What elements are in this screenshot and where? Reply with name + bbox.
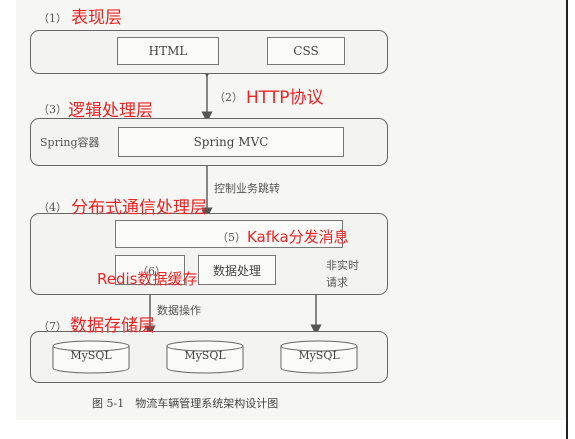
control-jump-label: 控制业务跳转 xyxy=(214,182,280,195)
data-processing-box: 数据处理 xyxy=(198,255,276,285)
figure-caption: 图 5-1 物流车辆管理系统架构设计图 xyxy=(92,397,279,410)
data-operation-label: 数据操作 xyxy=(157,304,201,317)
html-box: HTML xyxy=(117,37,219,65)
spring-container-label: Spring容器 xyxy=(40,136,100,149)
logic-num: （3） xyxy=(38,103,67,116)
css-box: CSS xyxy=(267,37,345,65)
redis-title: Redis数据缓存 xyxy=(97,270,198,288)
kafka-title: Kafka分发消息 xyxy=(247,228,349,246)
spring-mvc-box: Spring MVC xyxy=(118,127,344,157)
http-num: （2） xyxy=(214,91,243,104)
nonrealtime-line1: 非实时 xyxy=(326,259,359,272)
mysql-label-2: MySQL xyxy=(184,349,226,362)
mysql-db-1: MySQL xyxy=(52,340,130,374)
logic-title: 逻辑处理层 xyxy=(68,101,153,121)
mysql-db-2: MySQL xyxy=(166,340,244,374)
storage-title: 数据存储层 xyxy=(70,316,155,336)
mysql-label-3: MySQL xyxy=(298,349,340,362)
presentation-num: （1） xyxy=(38,12,67,25)
distributed-title: 分布式通信处理层 xyxy=(71,198,207,218)
http-title: HTTP协议 xyxy=(246,88,324,108)
kafka-num: （5） xyxy=(217,231,246,244)
mysql-label-1: MySQL xyxy=(70,349,112,362)
mysql-db-3: MySQL xyxy=(280,340,358,374)
storage-num: （7） xyxy=(38,320,67,333)
distributed-num: （4） xyxy=(38,201,67,214)
presentation-title: 表现层 xyxy=(71,8,122,28)
nonrealtime-line2: 请求 xyxy=(326,276,348,289)
